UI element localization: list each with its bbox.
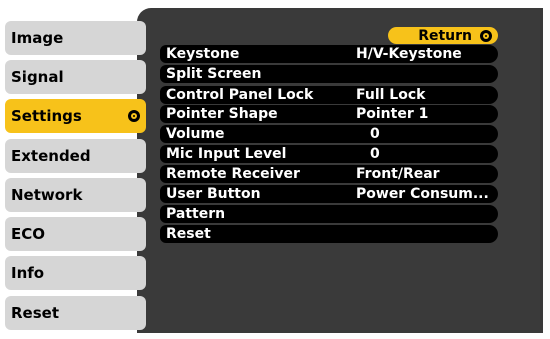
- setting-row-keystone[interactable]: Keystone H/V-Keystone: [160, 45, 498, 63]
- tab-label: ECO: [11, 225, 46, 243]
- setting-label: Control Panel Lock: [166, 87, 314, 103]
- tab-settings[interactable]: Settings: [5, 99, 146, 133]
- setting-value: Pointer 1: [356, 106, 429, 122]
- setting-row-pointer-shape[interactable]: Pointer Shape Pointer 1: [160, 105, 498, 123]
- tab-extended[interactable]: Extended: [5, 139, 146, 173]
- enter-icon: [128, 110, 140, 122]
- setting-label: Pattern: [166, 206, 226, 222]
- setting-label: Split Screen: [166, 66, 262, 82]
- tab-label: Extended: [11, 147, 91, 165]
- setting-label: User Button: [166, 186, 261, 202]
- tab-label: Settings: [11, 107, 82, 125]
- setting-row-volume[interactable]: Volume 0: [160, 125, 498, 143]
- setting-row-control-panel-lock[interactable]: Control Panel Lock Full Lock: [160, 86, 498, 104]
- setting-label: Keystone: [166, 46, 240, 62]
- tab-eco[interactable]: ECO: [5, 217, 146, 251]
- setting-label: Reset: [166, 226, 211, 242]
- setting-label: Volume: [166, 126, 225, 142]
- return-label: Return: [418, 27, 472, 44]
- setting-value: Full Lock: [356, 87, 426, 103]
- tab-image[interactable]: Image: [5, 21, 146, 55]
- return-button[interactable]: Return: [388, 27, 498, 44]
- tab-network[interactable]: Network: [5, 178, 146, 212]
- tab-label: Network: [11, 186, 83, 204]
- setting-value: 0: [370, 146, 380, 162]
- setting-value: H/V-Keystone: [356, 46, 462, 62]
- tab-label: Image: [11, 29, 64, 47]
- setting-row-reset[interactable]: Reset: [160, 225, 498, 243]
- setting-value: Power Consum...: [356, 186, 489, 202]
- setting-label: Pointer Shape: [166, 106, 278, 122]
- tab-label: Info: [11, 264, 45, 282]
- setting-row-user-button[interactable]: User Button Power Consum...: [160, 185, 498, 203]
- tab-signal[interactable]: Signal: [5, 60, 146, 94]
- setting-row-pattern[interactable]: Pattern: [160, 205, 498, 223]
- setting-row-mic-input-level[interactable]: Mic Input Level 0: [160, 145, 498, 163]
- setting-label: Remote Receiver: [166, 166, 300, 182]
- tab-info[interactable]: Info: [5, 256, 146, 290]
- setting-row-split-screen[interactable]: Split Screen: [160, 65, 498, 83]
- tab-label: Signal: [11, 68, 64, 86]
- setting-value: Front/Rear: [356, 166, 440, 182]
- tab-label: Reset: [11, 304, 59, 322]
- setting-row-remote-receiver[interactable]: Remote Receiver Front/Rear: [160, 165, 498, 183]
- setting-label: Mic Input Level: [166, 146, 287, 162]
- tab-reset[interactable]: Reset: [5, 296, 146, 330]
- enter-icon: [480, 29, 492, 42]
- setting-value: 0: [370, 126, 380, 142]
